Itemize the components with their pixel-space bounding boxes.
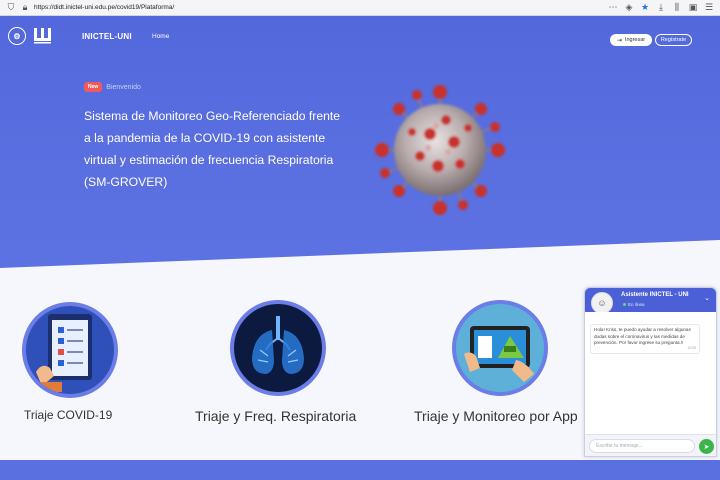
chat-header[interactable]: ☺ Asistente INICTEL - UNI En línea ⌄ bbox=[585, 288, 716, 314]
brand-name: INICTEL-UNI bbox=[82, 31, 132, 41]
menu-icon[interactable]: ☰ bbox=[704, 0, 714, 16]
card-title: Triaje y Monitoreo por App bbox=[414, 408, 578, 424]
pocket-icon[interactable]: ◈ bbox=[624, 0, 634, 16]
coronavirus-icon bbox=[375, 85, 505, 215]
footer-strip bbox=[0, 460, 720, 480]
sidebar-icon[interactable]: ▣ bbox=[688, 0, 698, 16]
download-icon[interactable]: ⤓ bbox=[656, 0, 666, 16]
chat-message-input[interactable]: Escribe tu mensaje... bbox=[589, 439, 695, 453]
login-button[interactable]: ⇥ Ingresar bbox=[610, 34, 652, 46]
new-badge: New bbox=[84, 82, 103, 92]
shield-icon[interactable]: ⛉ bbox=[6, 0, 16, 16]
logo[interactable]: ⚙ INICTEL-UNI bbox=[8, 27, 132, 45]
chat-input-row: Escribe tu mensaje... ➤ bbox=[585, 434, 716, 456]
bot-avatar-icon: ☺ bbox=[591, 292, 613, 314]
inictel-logo-icon bbox=[34, 28, 51, 44]
send-icon[interactable]: ➤ bbox=[699, 439, 714, 454]
card-triaje-respiratoria[interactable]: Triaje y Freq. Respiratoria bbox=[195, 300, 356, 424]
tablet-app-icon bbox=[452, 300, 548, 396]
chat-message-time: 10:05 bbox=[687, 346, 696, 350]
more-icon[interactable]: ⋯ bbox=[608, 0, 618, 16]
chat-body: Hola! Kriss, te puedo ayudar a resolver … bbox=[585, 312, 716, 434]
welcome-text: Bienvenido bbox=[106, 83, 141, 91]
browser-toolbar: ⛉ 🔒︎ https://didt.inictel-uni.edu.pe/cov… bbox=[0, 0, 720, 16]
card-title: Triaje y Freq. Respiratoria bbox=[195, 408, 357, 424]
lungs-icon bbox=[230, 300, 326, 396]
chat-message-text: Hola! Kriss, te puedo ayudar a resolver … bbox=[594, 327, 691, 345]
hero-title: Sistema de Monitoreo Geo-Referenciado fr… bbox=[84, 109, 341, 189]
chat-message: Hola! Kriss, te puedo ayudar a resolver … bbox=[590, 324, 700, 354]
announcement: New Bienvenido bbox=[84, 82, 141, 92]
seal-icon: ⚙ bbox=[8, 27, 26, 45]
address-bar[interactable]: https://didt.inictel-uni.edu.pe/covid19/… bbox=[34, 4, 604, 11]
chat-status: En línea bbox=[623, 302, 645, 307]
chevron-down-icon[interactable]: ⌄ bbox=[704, 294, 710, 302]
chat-title: Asistente INICTEL - UNI bbox=[621, 292, 689, 298]
login-icon: ⇥ bbox=[616, 37, 622, 44]
lock-icon[interactable]: 🔒︎ bbox=[20, 0, 30, 16]
clipboard-checklist-icon bbox=[22, 302, 118, 398]
card-triaje-covid[interactable]: Triaje COVID-19 bbox=[22, 302, 118, 422]
register-button[interactable]: Regístrate bbox=[655, 34, 692, 46]
library-icon[interactable]: ⫼ bbox=[672, 0, 682, 16]
chat-widget: ☺ Asistente INICTEL - UNI En línea ⌄ Hol… bbox=[584, 287, 717, 457]
login-label: Ingresar bbox=[624, 37, 646, 43]
card-title: Triaje COVID-19 bbox=[24, 408, 113, 422]
nav-home-link[interactable]: Home bbox=[152, 33, 169, 40]
card-triaje-app[interactable]: Triaje y Monitoreo por App bbox=[414, 300, 578, 424]
star-icon[interactable]: ★ bbox=[640, 0, 650, 16]
hero-section: ⚙ INICTEL-UNI Home ⇥ Ingresar Regístrate… bbox=[0, 16, 720, 270]
